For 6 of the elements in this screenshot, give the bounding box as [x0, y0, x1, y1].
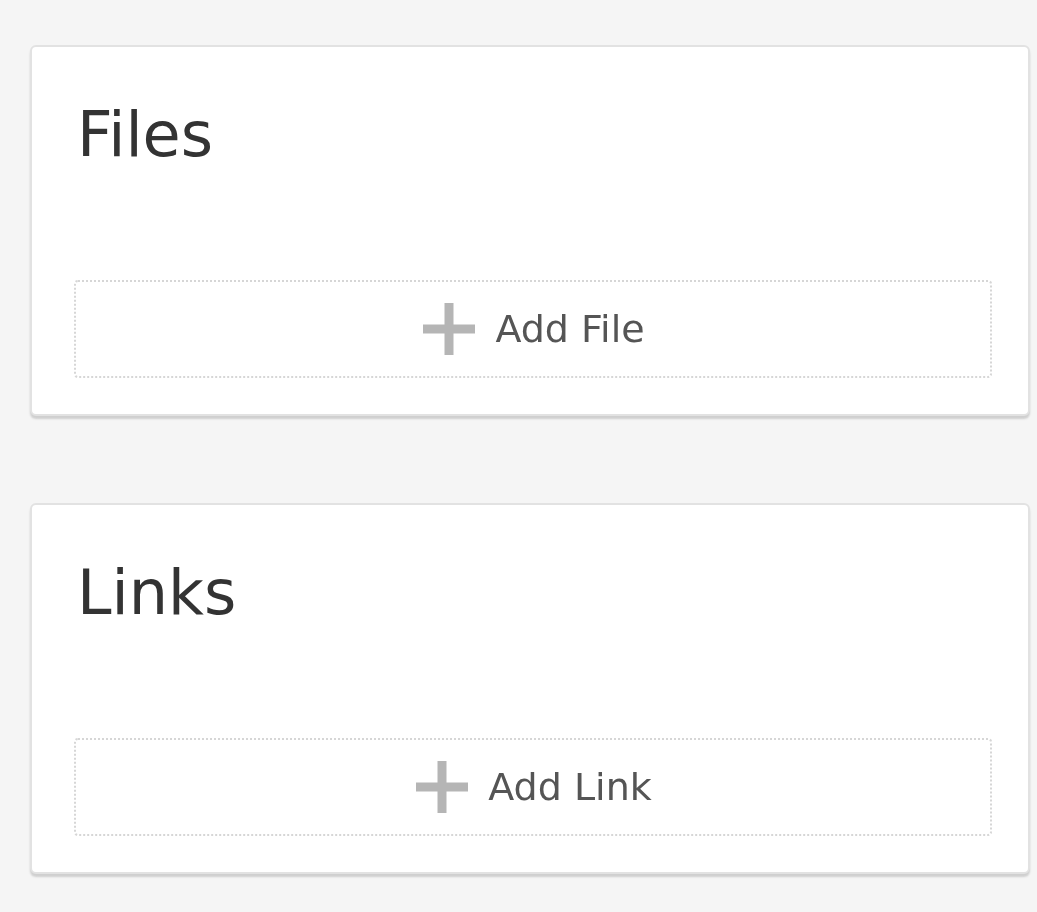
section-title: Links [77, 555, 237, 631]
plus-icon [421, 301, 478, 357]
add-button[interactable]: Add Link [74, 738, 992, 836]
add-button[interactable]: Add File [74, 280, 992, 378]
section-title: Files [77, 97, 214, 173]
plus-icon [414, 759, 471, 815]
